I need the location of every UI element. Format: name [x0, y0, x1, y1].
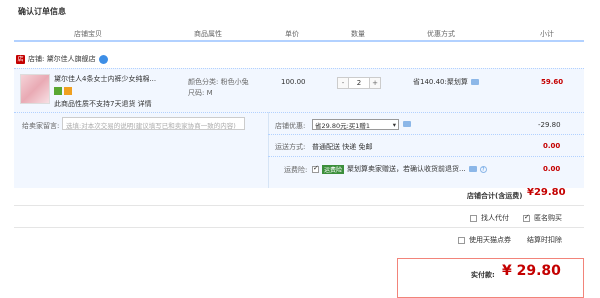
options-divider [268, 112, 269, 188]
proxy-pay-option: 找人代付 [470, 213, 509, 223]
quantity-minus-button[interactable]: - [337, 77, 349, 89]
anonymous-option: 匿名购买 [523, 213, 562, 223]
item-discount-text: 省140.40:聚划算 [413, 78, 468, 86]
shop-total-label: 店铺合计(含运费) [467, 192, 523, 200]
shop-discount-select[interactable]: 省29.80元:买1赠1 ▾ [312, 119, 399, 130]
divider [14, 205, 584, 206]
shop-discount-value: -29.80 [538, 121, 561, 129]
points-note: 结算时扣除 [527, 236, 562, 244]
divider [14, 227, 584, 228]
question-icon[interactable]: ? [479, 165, 487, 173]
chat-icon[interactable] [98, 54, 108, 64]
final-value: ¥ 29.80 [502, 263, 561, 279]
item-discount: 省140.40:聚划算 [413, 77, 479, 87]
insurance-info-icon[interactable] [468, 166, 477, 172]
shop-row: 店 店铺: 黛尔佳人旗舰店 [16, 54, 108, 64]
divider [268, 156, 584, 157]
insurance-row: 运费险 聚划算卖家赠送，若确认收货前退货... ? [312, 164, 487, 174]
quantity-stepper: - 2 + [337, 77, 381, 89]
header-col-price: 单价 [285, 30, 299, 38]
final-label: 实付款: [471, 271, 495, 279]
item-note[interactable]: 此商品性质不支持7天退货 详情 [54, 99, 152, 109]
item-title[interactable]: 黛尔佳人4条女士内裤少女纯棉... [54, 74, 156, 84]
item-subtotal: 59.60 [541, 78, 564, 86]
insurance-price: 0.00 [543, 165, 561, 173]
insurance-checkbox[interactable] [312, 164, 319, 173]
item-price: 100.00 [281, 78, 306, 86]
gold-icon [64, 87, 72, 95]
anonymous-checkbox[interactable] [523, 213, 530, 222]
guarantee-icon [54, 87, 62, 95]
item-badges [54, 87, 74, 95]
insurance-text: 聚划算卖家赠送，若确认收货前退货... [347, 165, 466, 173]
discount-info-icon[interactable] [403, 121, 411, 127]
shop-name[interactable]: 店铺: 黛尔佳人旗舰店 [28, 54, 96, 64]
divider [268, 134, 584, 135]
points-checkbox[interactable] [458, 236, 465, 244]
insurance-label: 运费险: [284, 166, 308, 174]
header-col-subtotal: 小计 [540, 30, 554, 38]
quantity-plus-button[interactable]: + [369, 77, 381, 89]
shipping-price: 0.00 [543, 142, 561, 150]
shop-total-value: ¥29.80 [527, 187, 566, 198]
header-col-qty: 数量 [351, 30, 365, 38]
header-col-discount: 优惠方式 [427, 30, 455, 38]
points-label: 使用天猫点券 [469, 236, 511, 244]
header-col-attr: 商品属性 [194, 30, 222, 38]
chevron-down-icon: ▾ [392, 120, 396, 129]
info-icon[interactable] [470, 79, 479, 85]
shop-discount-select-value: 省29.80元:买1赠1 [315, 121, 371, 130]
proxy-pay-checkbox[interactable] [470, 214, 477, 222]
shipping-label: 运送方式: [275, 143, 306, 151]
shipping-value: 普通配送 快递 免邮 [312, 143, 373, 151]
header-col-item: 店铺宝贝 [74, 30, 102, 38]
item-thumbnail[interactable] [20, 74, 50, 104]
table-header: 店铺宝贝 商品属性 单价 数量 优惠方式 小计 [14, 24, 584, 42]
proxy-pay-label: 找人代付 [481, 214, 509, 222]
message-label: 给卖家留言: [22, 122, 60, 130]
page-title: 确认订单信息 [18, 7, 66, 16]
shop-discount-label: 店铺优惠: [275, 122, 306, 130]
item-attr-size: 尺码: M [188, 89, 213, 97]
message-input[interactable]: 选填:对本次交易的说明(建议填写已和卖家协商一致的内容) [62, 117, 245, 130]
quantity-input[interactable]: 2 [349, 77, 369, 89]
points-option: 使用天猫点券 [458, 235, 511, 245]
insurance-badge: 运费险 [322, 164, 345, 174]
item-attr-color: 颜色分类: 粉色小兔 [188, 78, 249, 86]
shop-icon: 店 [16, 54, 25, 64]
anonymous-label: 匿名购买 [534, 214, 562, 222]
